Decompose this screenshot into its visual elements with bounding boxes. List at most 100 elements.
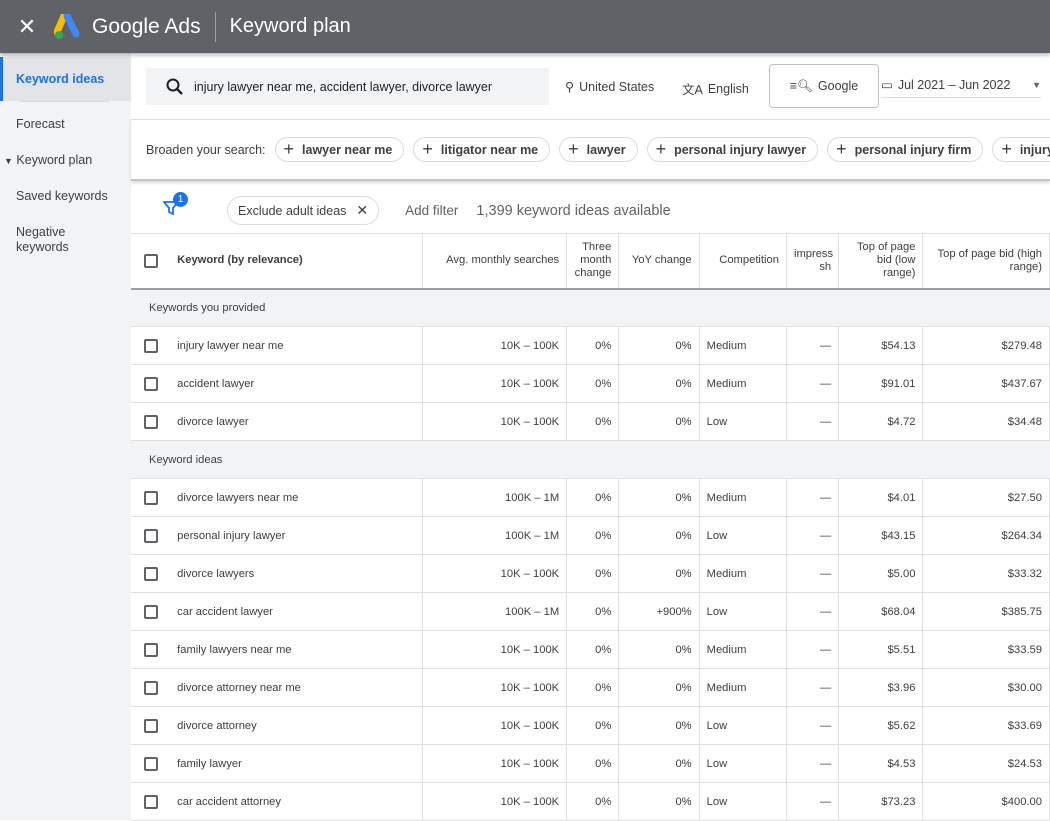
table-row[interactable]: car accident lawyer 100K – 1M 0% +900% Low — $… [131,592,1050,631]
table-row[interactable]: divorce attorney 10K – 100K 0% 0% Low — $5.62 $… [131,706,1050,745]
sidebar-item-negative-keywords[interactable]: Negative keywords [0,225,90,255]
column-header[interactable]: Top of page bid (high range) [922,233,1050,290]
table-cell: 0% [566,782,620,821]
row-checkbox-cell[interactable] [131,554,171,593]
table-cell: $30.00 [922,668,1050,707]
checkbox[interactable] [143,794,158,809]
table-cell: 100K – 1M [422,592,568,631]
search-network-selector[interactable]: ≡🔍︎ Google [769,64,879,108]
table-row[interactable]: divorce lawyers 10K – 100K 0% 0% Medium — $5.0… [131,554,1050,593]
checkbox[interactable] [143,253,158,268]
checkbox[interactable] [143,338,158,353]
table-cell: $279.48 [922,326,1050,365]
add-filter-button[interactable]: Add filter [405,203,458,218]
broaden-chip[interactable]: + personal injury lawyer [646,137,819,162]
sidebar-item-keyword-plan[interactable]: ▼ Keyword plan [0,153,131,167]
table-row[interactable]: car accident attorney 10K – 100K 0% 0% Low — $… [131,782,1050,821]
location-selector[interactable]: ⚲ United States [565,79,654,95]
column-header[interactable]: YoY change [618,233,700,290]
table-cell: 0% [566,402,620,441]
checkbox[interactable] [143,718,158,733]
sidebar-item-keyword-ideas[interactable]: Keyword ideas [0,57,131,101]
close-icon[interactable]: ✕ [0,14,54,40]
table-row[interactable]: divorce attorney near me 10K – 100K 0% 0% Me… [131,668,1050,707]
row-checkbox-cell[interactable] [131,402,171,441]
broaden-chip[interactable]: + lawyer [559,137,638,162]
table-cell: $5.51 [838,630,924,669]
plus-icon: + [1001,139,1012,159]
table-cell: Medium [699,630,787,669]
table-cell: 10K – 100K [422,364,568,403]
exclude-adult-ideas-chip[interactable]: Exclude adult ideas ✕ [227,196,380,225]
table-cell: 0% [618,326,700,365]
column-header[interactable]: Three month change [566,233,620,290]
sidebar-item-forecast[interactable]: Forecast [0,117,131,131]
column-header[interactable]: Keyword (by relevance) [170,233,423,290]
sidebar-item-label: Keyword plan [16,153,93,167]
language-selector[interactable]: 文A English [682,79,749,98]
column-header[interactable]: Avg. monthly searches [422,233,568,290]
group-row: Keyword ideas [131,440,1050,479]
dropdown-arrow-icon: ▼ [1032,79,1041,90]
row-checkbox-cell[interactable] [131,516,171,555]
table-row[interactable]: personal injury lawyer 100K – 1M 0% 0% Low — $… [131,516,1050,555]
broaden-chip[interactable]: + personal injury firm [827,137,984,162]
table-cell: 0% [618,744,700,783]
table-row[interactable]: injury lawyer near me 10K – 100K 0% 0% Mediu… [131,326,1050,365]
column-header[interactable]: Competition [699,233,787,290]
table-cell: 10K – 100K [422,630,568,669]
checkbox[interactable] [143,756,158,771]
table-cell: 0% [618,554,700,593]
broaden-chip[interactable]: + lawyer near me [274,137,405,162]
table-row[interactable]: divorce lawyer 10K – 100K 0% 0% Low — $4.72 $34… [131,402,1050,441]
table-cell: — [786,364,840,403]
row-checkbox-cell[interactable] [131,744,171,783]
table-row[interactable]: family lawyers near me 10K – 100K 0% 0% Medi… [131,630,1050,669]
table-row[interactable]: accident lawyer 10K – 100K 0% 0% Medium — $91.… [131,364,1050,403]
table-row[interactable]: family lawyer 10K – 100K 0% 0% Low — $4.53 $24.… [131,744,1050,783]
table-cell: — [786,630,840,669]
keyword-search-input[interactable]: injury lawyer near me, accident lawyer, … [146,68,549,105]
close-icon[interactable]: ✕ [356,202,368,219]
row-checkbox-cell[interactable] [131,630,171,669]
table-cell: divorce attorney [170,706,423,745]
select-all-checkbox[interactable] [131,233,171,290]
chip-label: injury lawyer [1019,142,1050,157]
table-cell: $91.01 [838,364,924,403]
table-cell: $264.34 [922,516,1050,555]
sidebar-item-saved-keywords[interactable]: Saved keywords [0,189,131,203]
checkbox[interactable] [143,566,158,581]
row-checkbox-cell[interactable] [131,706,171,745]
column-header[interactable]: impress sh [786,233,840,290]
row-checkbox-cell[interactable] [131,668,171,707]
row-checkbox-cell[interactable] [131,592,171,631]
table-cell: $437.67 [922,364,1050,403]
checkbox[interactable] [143,376,158,391]
broaden-chip[interactable]: + litigator near me [413,137,551,162]
row-checkbox-cell[interactable] [131,478,171,517]
filter-button[interactable]: 1 [162,192,188,219]
table-cell: — [786,554,840,593]
checkbox[interactable] [143,680,158,695]
table-cell: $4.72 [838,402,924,441]
table-row[interactable]: divorce lawyers near me 100K – 1M 0% 0% Medi… [131,478,1050,517]
table-cell: 10K – 100K [422,554,568,593]
row-checkbox-cell[interactable] [131,782,171,821]
main-content: injury lawyer near me, accident lawyer, … [131,53,1050,821]
row-checkbox-cell[interactable] [131,364,171,403]
checkbox[interactable] [143,414,158,429]
table-cell: Low [699,516,787,555]
table-cell: 0% [618,364,700,403]
checkbox[interactable] [143,642,158,657]
broaden-chip[interactable]: + injury lawyer [992,137,1050,162]
column-header[interactable]: Top of page bid (low range) [838,233,924,290]
date-range-selector[interactable]: ▭ Jul 2021 – Jun 2022 ▼ [881,77,1041,98]
table-cell: Low [699,706,787,745]
checkbox[interactable] [143,604,158,619]
chip-label: litigator near me [440,142,539,157]
table-cell: 100K – 1M [422,478,568,517]
row-checkbox-cell[interactable] [131,326,171,365]
checkbox[interactable] [143,528,158,543]
chip-label: Exclude adult ideas [238,203,347,218]
checkbox[interactable] [143,490,158,505]
